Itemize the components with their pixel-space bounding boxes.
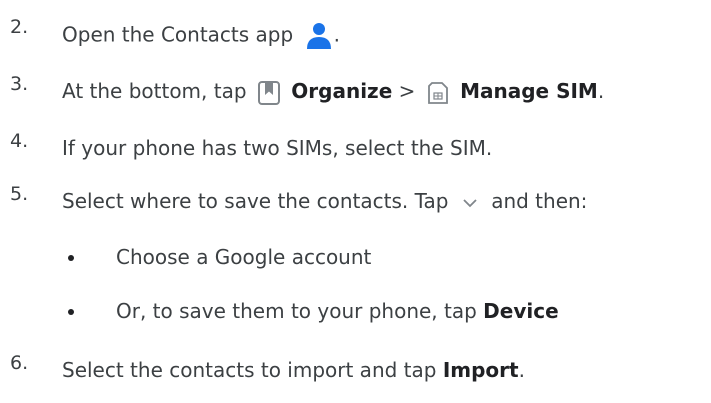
step-number: 3. (10, 73, 29, 95)
step-4: 4. If your phone has two SIMs, select th… (0, 129, 711, 163)
device-label: Device (483, 299, 559, 323)
bullet-item: Choose a Google account (0, 240, 711, 274)
step-2: 2. Open the Contacts app . (0, 15, 711, 49)
step-text: Open the Contacts app . (62, 21, 340, 51)
organize-bookmark-icon (257, 80, 280, 105)
sim-card-icon (427, 81, 448, 104)
bullet-dot (68, 255, 74, 261)
bullet-dot (68, 309, 74, 315)
manage-sim-label: Manage SIM (460, 79, 598, 103)
step-6: 6. Select the contacts to import and tap… (0, 351, 711, 385)
bullet-item: Or, to save them to your phone, tap Devi… (0, 294, 711, 328)
organize-label: Organize (291, 79, 393, 103)
chevron-down-icon (463, 198, 477, 207)
step-number: 4. (10, 130, 29, 152)
step-5: 5. Select where to save the contacts. Ta… (0, 182, 711, 216)
step-text: If your phone has two SIMs, select the S… (62, 136, 493, 160)
step-number: 5. (10, 183, 29, 205)
step-number: 2. (10, 16, 29, 38)
import-label: Import (442, 358, 519, 382)
contacts-person-icon (306, 23, 331, 49)
step-text: At the bottom, tap Organize > Manage SIM… (62, 79, 605, 105)
step-number: 6. (10, 352, 29, 374)
step-3: 3. At the bottom, tap Organize > Manage … (0, 72, 711, 106)
bullet-text: Or, to save them to your phone, tap Devi… (116, 299, 559, 323)
step-text: Select where to save the contacts. Tap a… (62, 189, 588, 213)
bullet-text: Choose a Google account (116, 245, 372, 269)
step-text: Select the contacts to import and tap Im… (62, 358, 525, 382)
